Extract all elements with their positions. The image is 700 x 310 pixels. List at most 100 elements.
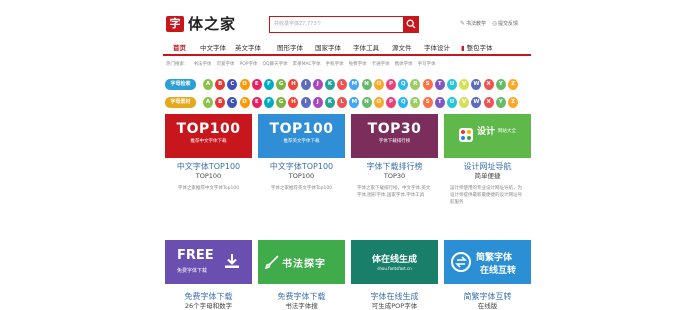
letter-b-button[interactable]: B — [215, 97, 226, 108]
letter-h-button[interactable]: H — [288, 97, 299, 108]
letter-i-button[interactable]: I — [300, 79, 311, 90]
letter-b-button[interactable]: B — [215, 79, 226, 90]
letter-f-button[interactable]: F — [264, 79, 274, 90]
letter-r-button[interactable]: R — [410, 79, 421, 90]
hot-item[interactable]: 手机字体 — [326, 62, 344, 67]
hot-item[interactable]: 楷体字体 — [395, 62, 413, 67]
letter-h-button[interactable]: H — [288, 79, 299, 90]
card-subtitle: 可生成POP字体 — [371, 302, 418, 310]
letter-l-button[interactable]: L — [337, 79, 348, 90]
letter-z-button[interactable]: Z — [508, 79, 518, 90]
letter-y-button[interactable]: Y — [495, 79, 506, 90]
card-title[interactable]: 免费字体下载 — [258, 291, 345, 302]
hot-item[interactable]: 可爱字体 — [217, 62, 235, 67]
letter-k-button[interactable]: K — [325, 97, 335, 108]
letter-d-button[interactable]: D — [239, 97, 250, 108]
letter-s-button[interactable]: S — [422, 79, 433, 90]
letter-q-button[interactable]: Q — [398, 79, 409, 90]
search-button[interactable] — [403, 16, 419, 33]
feedback-link[interactable]: ◎提交反馈 — [492, 18, 518, 30]
hot-item[interactable]: 卡通字体 — [372, 62, 390, 67]
letter-g-button[interactable]: G — [276, 97, 287, 108]
letter-u-button[interactable]: U — [447, 97, 457, 108]
letter-c-button[interactable]: C — [227, 97, 238, 108]
logo-icon[interactable]: 字 — [166, 16, 184, 32]
card-download-ranking[interactable]: TOP30 字体下载排行榜 字体下载排行榜 TOP30 字体之家下载排行榜，中文… — [351, 114, 438, 214]
card-title[interactable]: 中文字体TOP100 — [165, 161, 252, 172]
card-subtitle: 26个字母和数字 — [184, 302, 233, 310]
card-free-fonts[interactable]: FREE 免费字体下载 免费字体下载 26个字母和数字 — [165, 240, 252, 310]
nav-item-english[interactable]: 英文字体 — [235, 42, 261, 54]
letter-s-button[interactable]: S — [422, 97, 433, 108]
card-calligraphy[interactable]: 书法探字 免费字体下载 书法字体搜 — [258, 240, 345, 310]
letter-c-button[interactable]: C — [227, 79, 238, 90]
card-simp-trad[interactable]: 简繁字体 在线互转 简繁字体互转 在线版 — [444, 240, 531, 310]
letter-d-button[interactable]: D — [239, 79, 250, 90]
card-title[interactable]: 设计网址导航 — [444, 161, 531, 172]
letter-j-button[interactable]: J — [312, 97, 323, 108]
alpha-row-label: 字母素材 — [165, 97, 196, 108]
nav-item-design[interactable]: 字体设计 — [424, 42, 450, 54]
nav-item-home[interactable]: 首页 — [173, 42, 186, 54]
letter-e-button[interactable]: E — [251, 97, 262, 108]
letter-n-button[interactable]: N — [361, 79, 372, 90]
letter-o-button[interactable]: O — [373, 97, 384, 108]
card-title[interactable]: 简繁字体互转 — [444, 291, 531, 302]
letter-v-button[interactable]: V — [459, 97, 470, 108]
letter-l-button[interactable]: L — [337, 97, 348, 108]
letter-m-button[interactable]: M — [349, 79, 360, 90]
letter-t-button[interactable]: T — [434, 97, 445, 108]
card-title[interactable]: 中文字体TOP100 — [258, 161, 345, 172]
letter-u-button[interactable]: U — [447, 79, 457, 90]
letter-m-button[interactable]: M — [349, 97, 360, 108]
card-english-top100[interactable]: TOP100 推荐英文字体下载 中文字体TOP100 TOP100 字体之家推荐… — [258, 114, 345, 214]
letter-p-button[interactable]: P — [386, 97, 396, 108]
nav-item-bundle[interactable]: ▮ 整包字体 — [461, 42, 493, 54]
hot-item[interactable]: 苹果MAC字体 — [293, 62, 321, 67]
banner-title: 简繁字体 — [476, 253, 513, 263]
letter-t-button[interactable]: T — [434, 79, 445, 90]
card-description: 字体之家推荐中文字体Top100 — [177, 186, 240, 191]
banner-subtitle: 字体下载排行榜 — [378, 139, 411, 144]
letter-i-button[interactable]: I — [300, 97, 311, 108]
letter-w-button[interactable]: W — [471, 79, 482, 90]
letter-x-button[interactable]: X — [483, 79, 494, 90]
logo-text[interactable]: 体之家 — [188, 14, 236, 34]
card-title[interactable]: 免费字体下载 — [165, 291, 252, 302]
card-font-generator[interactable]: 体在线生成 shou.fontsfast.cn 字体在线生成 可生成POP字体 — [351, 240, 438, 310]
hot-item[interactable]: 免费字体 — [349, 62, 367, 67]
tutorial-link[interactable]: ✎书法教学 — [460, 18, 486, 30]
letter-g-button[interactable]: G — [276, 79, 287, 90]
letter-y-button[interactable]: Y — [495, 97, 506, 108]
letter-n-button[interactable]: N — [361, 97, 372, 108]
card-title[interactable]: 字体下载排行榜 — [351, 161, 438, 172]
nav-item-graphic[interactable]: 图形字体 — [277, 42, 303, 54]
card-design-nav[interactable]: 设计 网站大全 设计网址导航 简单便捷 設计师使用的专业设计网址导航，为设计师提… — [444, 114, 531, 214]
nav-item-source[interactable]: 源文件 — [392, 42, 412, 54]
letter-p-button[interactable]: P — [386, 79, 396, 90]
search-input[interactable]: 共收录字体27,773个 — [269, 16, 404, 33]
letter-k-button[interactable]: K — [325, 79, 335, 90]
card-title[interactable]: 字体在线生成 — [351, 291, 438, 302]
nav-item-chinese[interactable]: 中文字体 — [200, 42, 226, 54]
letter-a-button[interactable]: A — [203, 97, 213, 108]
nav-item-tools[interactable]: 字体工具 — [353, 42, 379, 54]
letter-e-button[interactable]: E — [251, 79, 262, 90]
letter-f-button[interactable]: F — [264, 97, 274, 108]
letter-x-button[interactable]: X — [483, 97, 494, 108]
letter-w-button[interactable]: W — [471, 97, 482, 108]
hot-item[interactable]: POP字体 — [240, 62, 258, 67]
card-chinese-top100[interactable]: TOP100 推荐中文字体下载 中文字体TOP100 TOP100 字体之家推荐… — [165, 114, 252, 214]
hot-item[interactable]: 手写字体 — [418, 62, 436, 67]
letter-r-button[interactable]: R — [410, 97, 421, 108]
letter-q-button[interactable]: Q — [398, 97, 409, 108]
hot-searches: 热门搜索： 书法字体 可爱字体 POP字体 QQ聊天字体 苹果MAC字体 手机字体 免费字体卡… — [166, 60, 441, 70]
nav-item-national[interactable]: 国家字体 — [315, 42, 341, 54]
letter-v-button[interactable]: V — [459, 79, 470, 90]
hot-item[interactable]: QQ聊天字体 — [262, 62, 287, 67]
hot-item[interactable]: 书法字体 — [194, 62, 212, 67]
letter-z-button[interactable]: Z — [508, 97, 518, 108]
letter-o-button[interactable]: O — [373, 79, 384, 90]
letter-j-button[interactable]: J — [312, 79, 323, 90]
letter-a-button[interactable]: A — [203, 79, 213, 90]
